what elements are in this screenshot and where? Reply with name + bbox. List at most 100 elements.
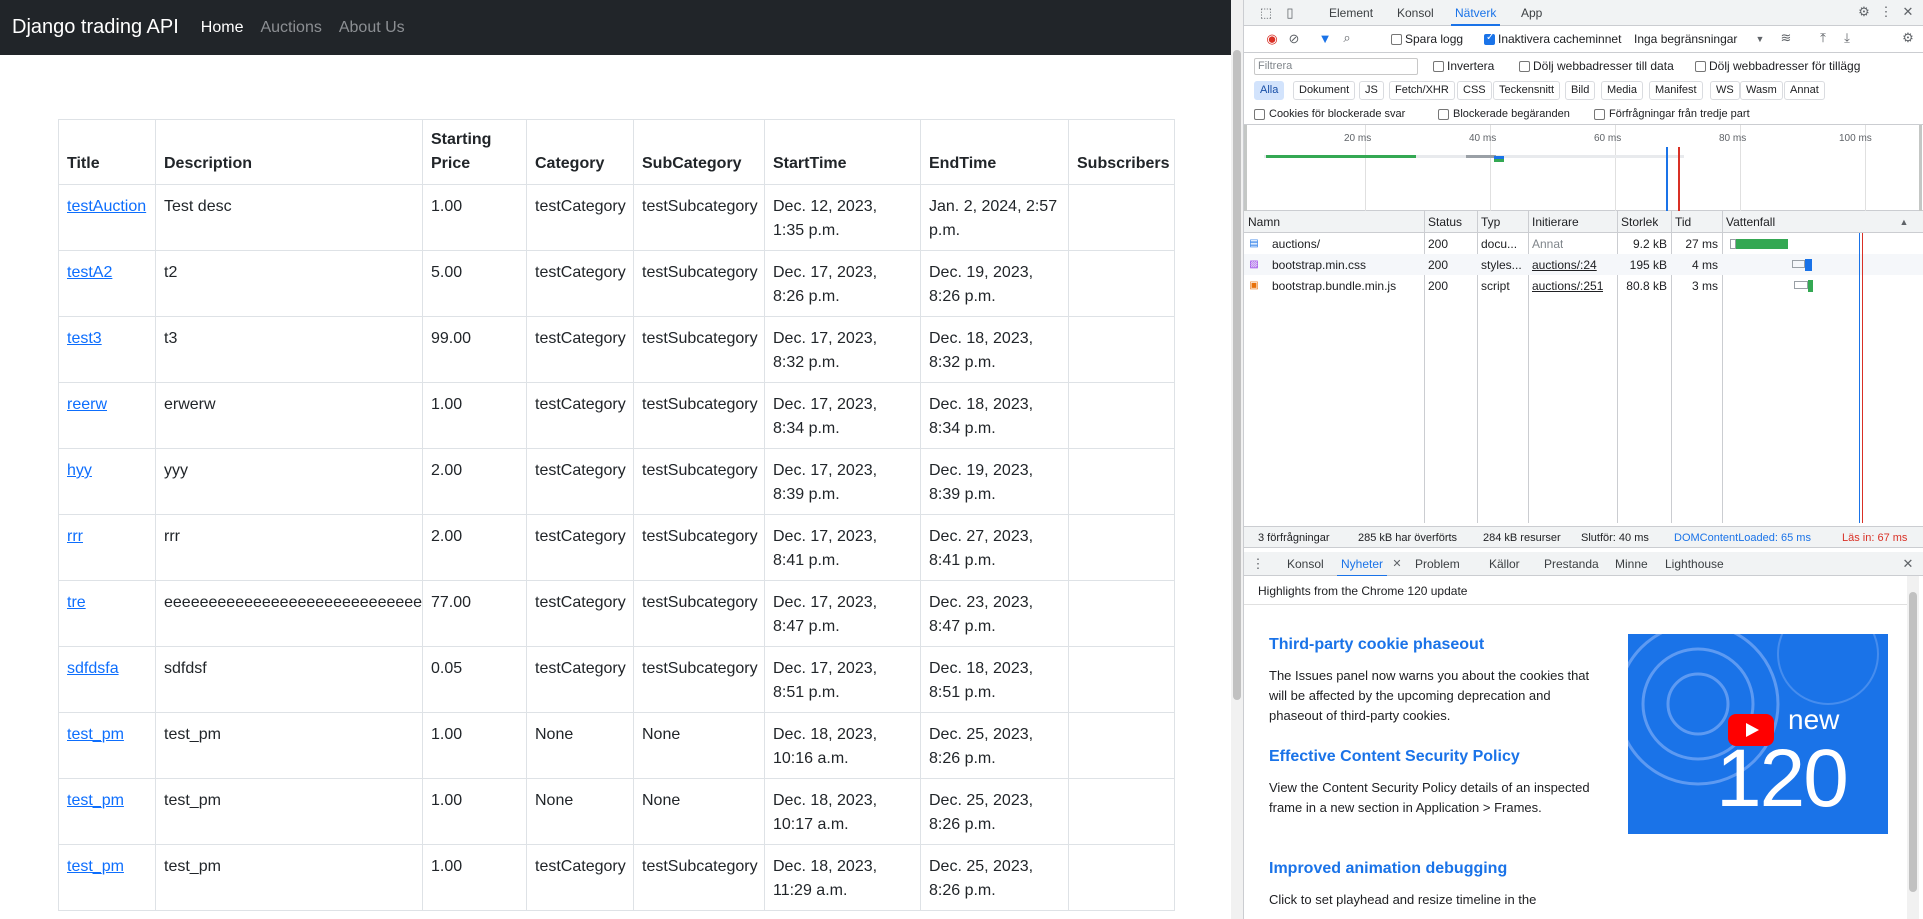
nav-link-home[interactable]: Home bbox=[201, 19, 244, 37]
record-stop-icon[interactable]: ◉ bbox=[1264, 32, 1280, 46]
blocked-requests-checkbox[interactable] bbox=[1438, 109, 1449, 120]
more-options-icon[interactable]: ⋮ bbox=[1878, 5, 1894, 19]
auction-link[interactable]: test3 bbox=[67, 330, 102, 347]
chip-css[interactable]: CSS bbox=[1457, 81, 1492, 100]
drawer-scrollbar[interactable] bbox=[1907, 576, 1919, 919]
chip-manifest[interactable]: Manifest bbox=[1649, 81, 1703, 100]
column-header-status[interactable]: Status bbox=[1428, 215, 1462, 229]
request-row[interactable]: ▣ bootstrap.bundle.min.js 200 script auc… bbox=[1244, 275, 1923, 296]
column-header-storlek[interactable]: Storlek bbox=[1621, 215, 1658, 229]
column-header-namn[interactable]: Namn bbox=[1248, 215, 1280, 229]
network-conditions-icon[interactable]: ≋ bbox=[1778, 31, 1794, 45]
chip-teckensnitt[interactable]: Teckensnitt bbox=[1493, 81, 1561, 100]
inspect-element-icon[interactable]: ⬚ bbox=[1258, 6, 1274, 20]
hide-data-urls-checkbox[interactable] bbox=[1519, 61, 1530, 72]
disable-cache-checkbox[interactable] bbox=[1484, 32, 1495, 45]
tick-label: 60 ms bbox=[1594, 133, 1622, 144]
auction-link[interactable]: hyy bbox=[67, 462, 92, 479]
hide-extension-urls-checkbox[interactable] bbox=[1695, 61, 1706, 72]
close-tab-icon[interactable]: ✕ bbox=[1389, 557, 1405, 571]
news-title-link[interactable]: Effective Content Security Policy bbox=[1269, 748, 1599, 766]
request-initiator-link[interactable]: auctions/:24 bbox=[1532, 258, 1597, 272]
request-type: styles... bbox=[1481, 258, 1522, 272]
chip-js[interactable]: JS bbox=[1359, 81, 1384, 100]
drawer-tab-lighthouse[interactable]: Lighthouse bbox=[1665, 557, 1724, 571]
auction-link[interactable]: test_pm bbox=[67, 792, 124, 809]
news-title-link[interactable]: Third-party cookie phaseout bbox=[1269, 636, 1599, 654]
filter-icon[interactable]: ▼ bbox=[1317, 32, 1333, 46]
blocked-cookies-checkbox[interactable] bbox=[1254, 109, 1265, 120]
auction-link[interactable]: test_pm bbox=[67, 726, 124, 743]
drawer-tab-nyheter[interactable]: Nyheter bbox=[1336, 557, 1388, 577]
auction-link[interactable]: testAuction bbox=[67, 198, 146, 215]
overview-right-handle[interactable] bbox=[1919, 125, 1922, 211]
sort-ascending-icon[interactable]: ▲ bbox=[1896, 215, 1912, 229]
network-overview-timeline[interactable]: 20 ms 40 ms 60 ms 80 ms 100 ms bbox=[1244, 125, 1923, 211]
chip-wasm[interactable]: Wasm bbox=[1740, 81, 1783, 100]
overview-left-handle[interactable] bbox=[1244, 125, 1247, 211]
auction-link[interactable]: sdfdsfa bbox=[67, 660, 119, 677]
chip-annat[interactable]: Annat bbox=[1784, 81, 1825, 100]
drawer-scrollbar-thumb[interactable] bbox=[1909, 592, 1917, 892]
chip-alla[interactable]: Alla bbox=[1254, 81, 1285, 100]
close-drawer-icon[interactable]: ✕ bbox=[1900, 557, 1916, 571]
throttling-select[interactable]: Inga begränsningar bbox=[1634, 32, 1737, 46]
clear-icon[interactable]: ⊘ bbox=[1286, 32, 1302, 46]
column-header-typ[interactable]: Typ bbox=[1481, 215, 1500, 229]
nav-link-auctions[interactable]: Auctions bbox=[260, 19, 321, 37]
drawer-tab-minne[interactable]: Minne bbox=[1615, 557, 1648, 571]
upload-icon[interactable]: ⤒ bbox=[1815, 31, 1831, 45]
drawer-tab-prestanda[interactable]: Prestanda bbox=[1544, 557, 1599, 571]
request-row[interactable]: ▤ auctions/ 200 docu... Annat 9.2 kB 27 … bbox=[1244, 233, 1923, 254]
tab-konsol[interactable]: Konsol bbox=[1397, 6, 1434, 20]
network-settings-icon[interactable]: ⚙ bbox=[1900, 31, 1916, 45]
page-scrollbar[interactable] bbox=[1231, 0, 1243, 919]
chip-ws[interactable]: WS bbox=[1710, 81, 1740, 100]
request-name: bootstrap.bundle.min.js bbox=[1272, 279, 1397, 293]
summary-transferred: 285 kB har överförts bbox=[1358, 532, 1458, 544]
column-header-initierare[interactable]: Initierare bbox=[1532, 215, 1579, 229]
chevron-down-icon[interactable]: ▼ bbox=[1752, 32, 1768, 46]
tab-element[interactable]: Element bbox=[1329, 6, 1373, 20]
drawer-tab-problem[interactable]: Problem bbox=[1415, 557, 1460, 571]
chip-fetch-xhr[interactable]: Fetch/XHR bbox=[1389, 81, 1455, 100]
navbar-brand[interactable]: Django trading API bbox=[12, 16, 179, 39]
search-icon[interactable]: ⌕ bbox=[1339, 31, 1355, 45]
tab-app[interactable]: App bbox=[1521, 6, 1542, 20]
drawer-tab-konsol[interactable]: Konsol bbox=[1287, 557, 1324, 571]
scrollbar-thumb[interactable] bbox=[1233, 50, 1241, 700]
tab-natverk[interactable]: Nätverk bbox=[1450, 6, 1501, 26]
auction-link[interactable]: tre bbox=[67, 594, 86, 611]
close-icon[interactable]: ✕ bbox=[1900, 5, 1916, 19]
auction-link[interactable]: rrr bbox=[67, 528, 83, 545]
download-icon[interactable]: ⤓ bbox=[1839, 31, 1855, 45]
chip-bild[interactable]: Bild bbox=[1565, 81, 1596, 100]
request-initiator-link[interactable]: auctions/:251 bbox=[1532, 279, 1603, 293]
chip-dokument[interactable]: Dokument bbox=[1293, 81, 1356, 100]
device-toolbar-icon[interactable]: ▯ bbox=[1282, 6, 1298, 20]
auction-link[interactable]: reerw bbox=[67, 396, 107, 413]
filter-input[interactable]: Filtrera bbox=[1254, 58, 1418, 75]
nav-link-about-us[interactable]: About Us bbox=[339, 19, 405, 37]
preserve-log-checkbox[interactable] bbox=[1391, 34, 1402, 45]
settings-gear-icon[interactable]: ⚙ bbox=[1856, 5, 1872, 19]
auction-link[interactable]: testA2 bbox=[67, 264, 112, 281]
cell-title: test_pm bbox=[58, 778, 156, 845]
auction-link[interactable]: test_pm bbox=[67, 858, 124, 875]
news-title-link[interactable]: Improved animation debugging bbox=[1269, 860, 1599, 878]
invert-checkbox[interactable] bbox=[1433, 61, 1444, 72]
column-header-vattenfall[interactable]: Vattenfall bbox=[1726, 215, 1775, 229]
chrome-120-video-thumbnail[interactable]: new 120 bbox=[1628, 634, 1888, 834]
drawer-menu-icon[interactable]: ⋮ bbox=[1250, 557, 1266, 571]
summary-domcontentloaded: DOMContentLoaded: 65 ms bbox=[1674, 532, 1811, 544]
cell-title: reerw bbox=[58, 382, 156, 449]
cell-description: sdfdsf bbox=[155, 646, 423, 713]
drawer-tab-kallor[interactable]: Källor bbox=[1489, 557, 1520, 571]
request-row[interactable]: ▨ bootstrap.min.css 200 styles... auctio… bbox=[1244, 254, 1923, 275]
chip-media[interactable]: Media bbox=[1601, 81, 1643, 100]
cell-subcategory: testSubcategory bbox=[633, 580, 765, 647]
cell-endtime: Dec. 19, 2023, 8:26 p.m. bbox=[920, 250, 1069, 317]
third-party-checkbox[interactable] bbox=[1594, 109, 1605, 120]
column-header-tid[interactable]: Tid bbox=[1675, 215, 1691, 229]
table-row: test3 t3 99.00 testCategory testSubcateg… bbox=[58, 316, 1175, 383]
